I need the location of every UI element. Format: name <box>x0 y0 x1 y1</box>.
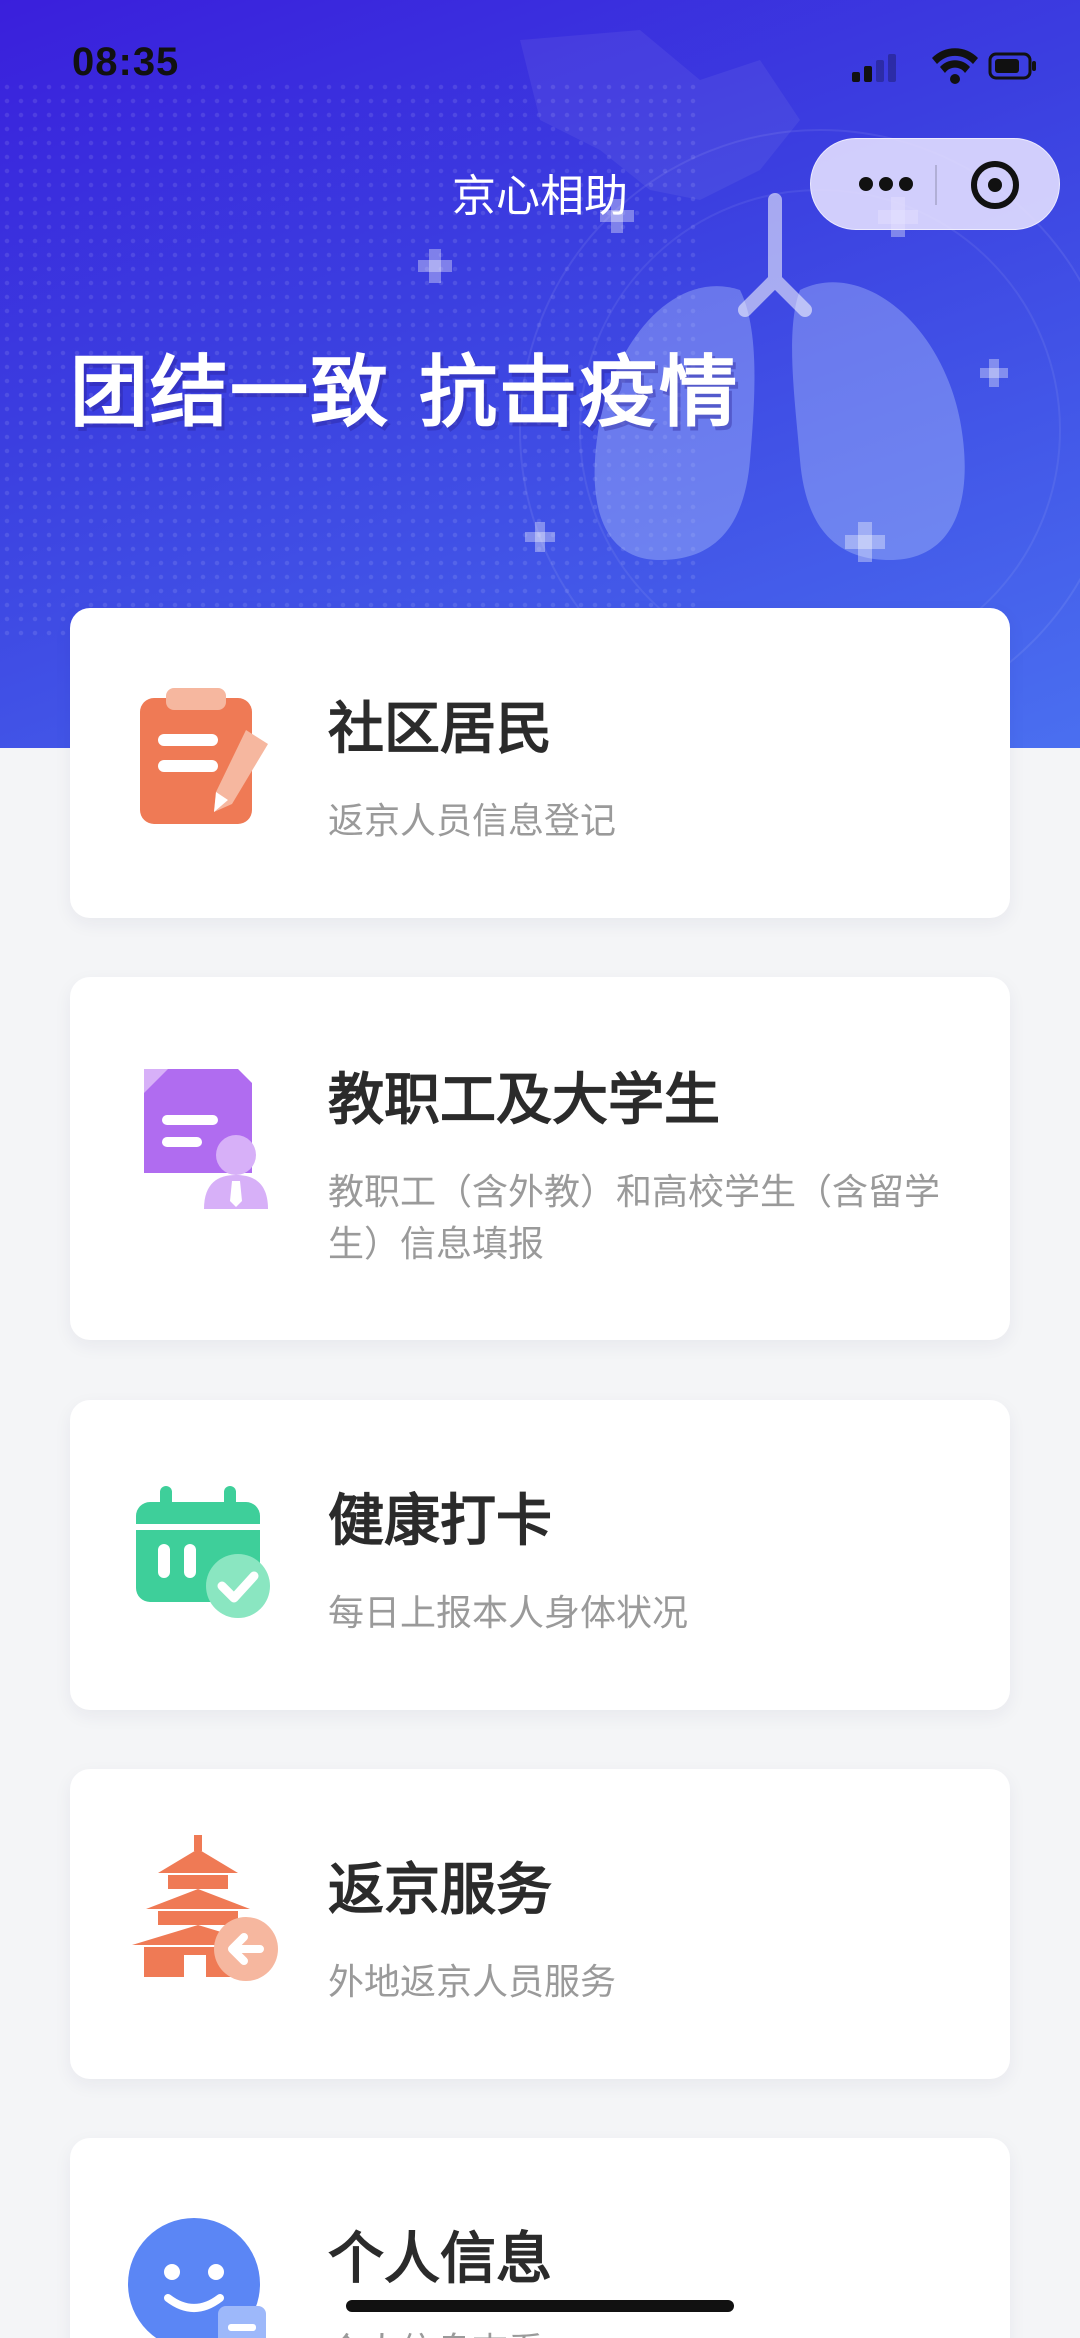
card-subtitle: 外地返京人员服务 <box>328 1962 617 2003</box>
card-subtitle: 每日上报本人身体状况 <box>328 1593 689 1634</box>
close-target-icon[interactable] <box>971 161 1019 209</box>
wifi-icon <box>932 48 978 84</box>
home-indicator[interactable] <box>346 2300 734 2312</box>
card-title: 教职工及大学生 <box>328 1068 720 1133</box>
status-icons <box>852 48 1036 84</box>
card-subtitle: 返京人员信息登记 <box>328 801 617 842</box>
card-subtitle: 个人信息查看 <box>328 2326 968 2338</box>
battery-icon <box>988 52 1036 80</box>
card-title: 返京服务 <box>328 1858 552 1923</box>
signal-icon <box>852 54 896 82</box>
document-person-icon <box>144 1069 268 1209</box>
status-time: 08:35 <box>72 40 180 84</box>
clipboard-pen-icon <box>140 688 268 824</box>
card-subtitle: 教职工（含外教）和高校学生（含留学生）信息填报 <box>328 1172 941 1265</box>
card-title: 健康打卡 <box>328 1489 552 1554</box>
dot-icon <box>859 177 873 191</box>
card-health-checkin[interactable]: 健康打卡 每日上报本人身体状况 <box>70 1400 1010 1710</box>
hero-slogan: 团结一致 抗击疫情 <box>70 348 740 438</box>
card-community-residents[interactable]: 社区居民 返京人员信息登记 <box>70 608 1010 918</box>
dot-icon <box>879 177 893 191</box>
calendar-check-icon <box>136 1486 270 1618</box>
dot-icon <box>899 177 913 191</box>
card-title: 个人信息 <box>328 2227 552 2292</box>
status-bar: 08:35 <box>0 0 1080 130</box>
more-button[interactable] <box>841 139 931 231</box>
card-return-service[interactable]: 返京服务 外地返京人员服务 <box>70 1769 1010 2079</box>
profile-card-icon <box>128 2218 266 2338</box>
card-title: 社区居民 <box>328 697 552 762</box>
mini-program-capsule <box>810 138 1060 230</box>
temple-arrow-icon <box>132 1835 278 1981</box>
card-staff-students[interactable]: 教职工及大学生 教职工（含外教）和高校学生（含留学生）信息填报 <box>70 977 1010 1340</box>
capsule-divider <box>935 165 937 205</box>
